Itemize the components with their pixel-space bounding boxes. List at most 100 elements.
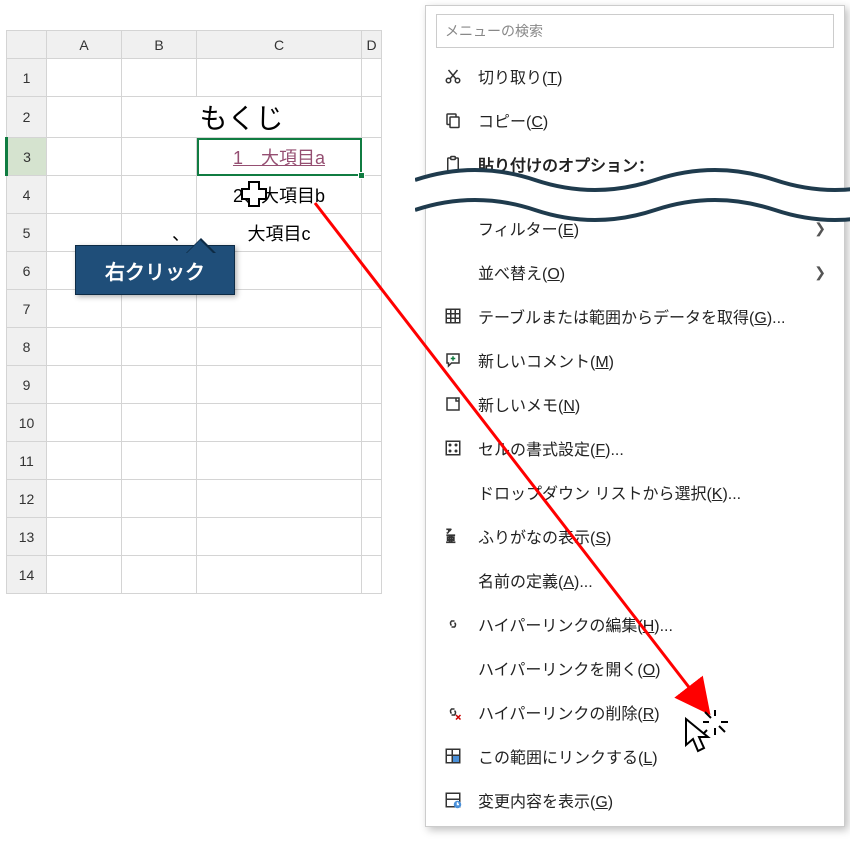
menu-item-dropdown-select[interactable]: ドロップダウン リストから選択(K)...	[426, 470, 844, 514]
menu-item-show-changes[interactable]: 変更内容を表示(G)	[426, 778, 844, 822]
cell-d9[interactable]	[362, 366, 382, 404]
menu-label: コピー(C)	[478, 108, 548, 132]
hyperlink-text[interactable]: 1 大項目a	[233, 148, 325, 168]
cell-b8[interactable]	[122, 328, 197, 366]
col-header-a[interactable]: A	[47, 31, 122, 59]
menu-item-new-comment[interactable]: 新しいコメント(M)	[426, 338, 844, 382]
chevron-right-icon: ❯	[814, 264, 826, 281]
row-header-7[interactable]: 7	[7, 290, 47, 328]
cell-b9[interactable]	[122, 366, 197, 404]
row-header-10[interactable]: 10	[7, 404, 47, 442]
cell-c11[interactable]	[197, 442, 362, 480]
cell-c10[interactable]	[197, 404, 362, 442]
cell-c14[interactable]	[197, 556, 362, 594]
col-header-c[interactable]: C	[197, 31, 362, 59]
row-header-2[interactable]: 2	[7, 97, 47, 138]
cell-c1[interactable]	[197, 59, 362, 97]
cell-d3[interactable]	[362, 138, 382, 176]
cell-c12[interactable]	[197, 480, 362, 518]
cell-b13[interactable]	[122, 518, 197, 556]
cell-a9[interactable]	[47, 366, 122, 404]
cell-d14[interactable]	[362, 556, 382, 594]
click-rays-icon	[703, 710, 728, 735]
row-header-11[interactable]: 11	[7, 442, 47, 480]
menu-item-open-hyperlink[interactable]: ハイパーリンクを開く(O)	[426, 646, 844, 690]
paste-icon	[442, 153, 464, 175]
note-icon	[442, 393, 464, 415]
cell-d12[interactable]	[362, 480, 382, 518]
menu-item-furigana[interactable]: ア亜 ふりがなの表示(S)	[426, 514, 844, 558]
cell-c9[interactable]	[197, 366, 362, 404]
row-header-4[interactable]: 4	[7, 176, 47, 214]
row-header-1[interactable]: 1	[7, 59, 47, 97]
row-header-9[interactable]: 9	[7, 366, 47, 404]
fill-handle[interactable]	[358, 172, 365, 179]
cell-b3[interactable]	[122, 138, 197, 176]
link-range-icon	[442, 745, 464, 767]
cell-d11[interactable]	[362, 442, 382, 480]
cell-c8[interactable]	[197, 328, 362, 366]
cell-a12[interactable]	[47, 480, 122, 518]
menu-item-table-data[interactable]: テーブルまたは範囲からデータを取得(G)...	[426, 294, 844, 338]
menu-label: ドロップダウン リストから選択(K)...	[478, 480, 741, 504]
cell-a14[interactable]	[47, 556, 122, 594]
cell-d2[interactable]	[362, 97, 382, 138]
row-header-13[interactable]: 13	[7, 518, 47, 556]
cell-a4[interactable]	[47, 176, 122, 214]
menu-item-remove-hyperlink[interactable]: ハイパーリンクの削除(R)	[426, 690, 844, 734]
cell-b7[interactable]	[122, 290, 197, 328]
menu-search-input[interactable]: メニューの検索	[436, 14, 834, 48]
menu-item-link-range[interactable]: この範囲にリンクする(L)	[426, 734, 844, 778]
row-header-8[interactable]: 8	[7, 328, 47, 366]
menu-item-edit-hyperlink[interactable]: ハイパーリンクの編集(H)...	[426, 602, 844, 646]
row-header-5[interactable]: 5	[7, 214, 47, 252]
menu-item-paste-options[interactable]: 貼り付けのオプション：	[426, 142, 844, 178]
cell-title[interactable]: もくじ	[122, 97, 362, 138]
cell-b10[interactable]	[122, 404, 197, 442]
row-header-3[interactable]: 3	[7, 138, 47, 176]
menu-item-format-cells[interactable]: セルの書式設定(F)...	[426, 426, 844, 470]
cell-d10[interactable]	[362, 404, 382, 442]
context-menu[interactable]: メニューの検索 切り取り(T) コピー(C) 貼り付けのオプション： フィルター…	[425, 5, 845, 827]
cell-c3-selected[interactable]: 1 大項目a	[197, 138, 362, 176]
cell-c13[interactable]	[197, 518, 362, 556]
row-header-12[interactable]: 12	[7, 480, 47, 518]
menu-item-cut[interactable]: 切り取り(T)	[426, 54, 844, 98]
cell-d4[interactable]	[362, 176, 382, 214]
cell-b4[interactable]	[122, 176, 197, 214]
menu-item-copy[interactable]: コピー(C)	[426, 98, 844, 142]
cell-d1[interactable]	[362, 59, 382, 97]
menu-item-define-name[interactable]: 名前の定義(A)...	[426, 558, 844, 602]
col-header-b[interactable]: B	[122, 31, 197, 59]
cell-b11[interactable]	[122, 442, 197, 480]
menu-item-sort[interactable]: 並べ替え(O) ❯	[426, 250, 844, 294]
cell-a3[interactable]	[47, 138, 122, 176]
comment-icon	[442, 349, 464, 371]
cell-b12[interactable]	[122, 480, 197, 518]
cell-a10[interactable]	[47, 404, 122, 442]
menu-item-new-note[interactable]: 新しいメモ(N)	[426, 382, 844, 426]
menu-label: ハイパーリンクの削除(R)	[478, 700, 660, 724]
cell-d13[interactable]	[362, 518, 382, 556]
cell-a1[interactable]	[47, 59, 122, 97]
cell-d8[interactable]	[362, 328, 382, 366]
cell-a7[interactable]	[47, 290, 122, 328]
cell-d7[interactable]	[362, 290, 382, 328]
cell-d6[interactable]	[362, 252, 382, 290]
cell-a8[interactable]	[47, 328, 122, 366]
row-header-14[interactable]: 14	[7, 556, 47, 594]
cell-a11[interactable]	[47, 442, 122, 480]
cell-c4[interactable]: 2、大項目b	[197, 176, 362, 214]
menu-item-filter[interactable]: フィルター(E) ❯	[426, 206, 844, 250]
col-header-d[interactable]: D	[362, 31, 382, 59]
spreadsheet-grid[interactable]: A B C D 1 2もくじ 3 1 大項目a 42、大項目b 5、大項目c 6…	[5, 30, 382, 594]
cell-d5[interactable]	[362, 214, 382, 252]
cell-a13[interactable]	[47, 518, 122, 556]
cell-c7[interactable]	[197, 290, 362, 328]
cell-b14[interactable]	[122, 556, 197, 594]
cell-a2[interactable]	[47, 97, 122, 138]
row-header-6[interactable]: 6	[7, 252, 47, 290]
cell-b1[interactable]	[122, 59, 197, 97]
select-all-corner[interactable]	[7, 31, 47, 59]
menu-label: テーブルまたは範囲からデータを取得(G)...	[478, 304, 786, 328]
